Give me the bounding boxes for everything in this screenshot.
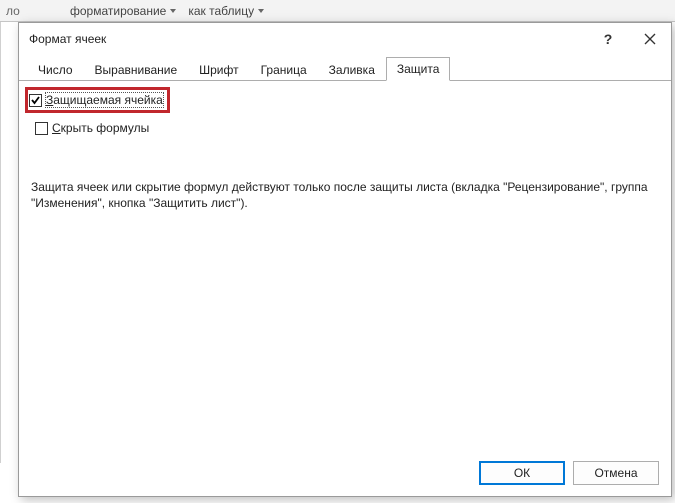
caret-down-icon bbox=[258, 9, 264, 13]
ribbon-fragment: ло форматирование как таблицу bbox=[0, 0, 675, 22]
format-cells-dialog: Формат ячеек ? Число Выравнивание Шрифт … bbox=[18, 22, 672, 497]
close-icon bbox=[644, 33, 656, 45]
hidden-checkbox-label[interactable]: Скрыть формулы bbox=[52, 121, 149, 135]
help-button[interactable]: ? bbox=[587, 23, 629, 55]
ribbon-trunc-left: ло bbox=[6, 4, 20, 18]
hidden-checkbox[interactable] bbox=[35, 122, 48, 135]
tab-label: Защита bbox=[397, 62, 440, 76]
checkmark-icon bbox=[30, 95, 41, 106]
tab-protection[interactable]: Защита bbox=[386, 57, 451, 81]
dialog-titlebar: Формат ячеек ? bbox=[19, 23, 671, 55]
sheet-left-edge bbox=[0, 22, 18, 463]
tab-number[interactable]: Число bbox=[27, 58, 84, 81]
tab-label: Число bbox=[38, 63, 73, 77]
protection-tabpage: Защищаемая ячейка Скрыть формулы Защита … bbox=[19, 81, 671, 450]
cancel-button[interactable]: Отмена bbox=[573, 461, 659, 485]
close-button[interactable] bbox=[629, 23, 671, 55]
ribbon-dropdown-as-table[interactable]: как таблицу bbox=[188, 4, 264, 18]
locked-checkbox-label[interactable]: Защищаемая ячейка bbox=[46, 93, 163, 107]
ribbon-label-formatting: форматирование bbox=[70, 4, 166, 18]
tab-alignment[interactable]: Выравнивание bbox=[84, 58, 189, 81]
ribbon-dropdown-formatting[interactable]: форматирование bbox=[70, 4, 176, 18]
ribbon-label-as-table: как таблицу bbox=[188, 4, 254, 18]
tab-label: Заливка bbox=[329, 63, 375, 77]
tab-fill[interactable]: Заливка bbox=[318, 58, 386, 81]
tab-font[interactable]: Шрифт bbox=[188, 58, 249, 81]
dialog-title: Формат ячеек bbox=[29, 32, 587, 46]
ok-button[interactable]: ОК bbox=[479, 461, 565, 485]
tab-label: Шрифт bbox=[199, 63, 238, 77]
protection-description: Защита ячеек или скрытие формул действую… bbox=[29, 179, 661, 211]
locked-checkbox[interactable] bbox=[29, 94, 42, 107]
tab-border[interactable]: Граница bbox=[250, 58, 318, 81]
tabstrip: Число Выравнивание Шрифт Граница Заливка… bbox=[19, 55, 671, 81]
dialog-footer: ОК Отмена bbox=[19, 450, 671, 496]
tab-label: Граница bbox=[261, 63, 307, 77]
tab-label: Выравнивание bbox=[95, 63, 178, 77]
annotation-highlight: Защищаемая ячейка bbox=[25, 87, 170, 113]
caret-down-icon bbox=[170, 9, 176, 13]
